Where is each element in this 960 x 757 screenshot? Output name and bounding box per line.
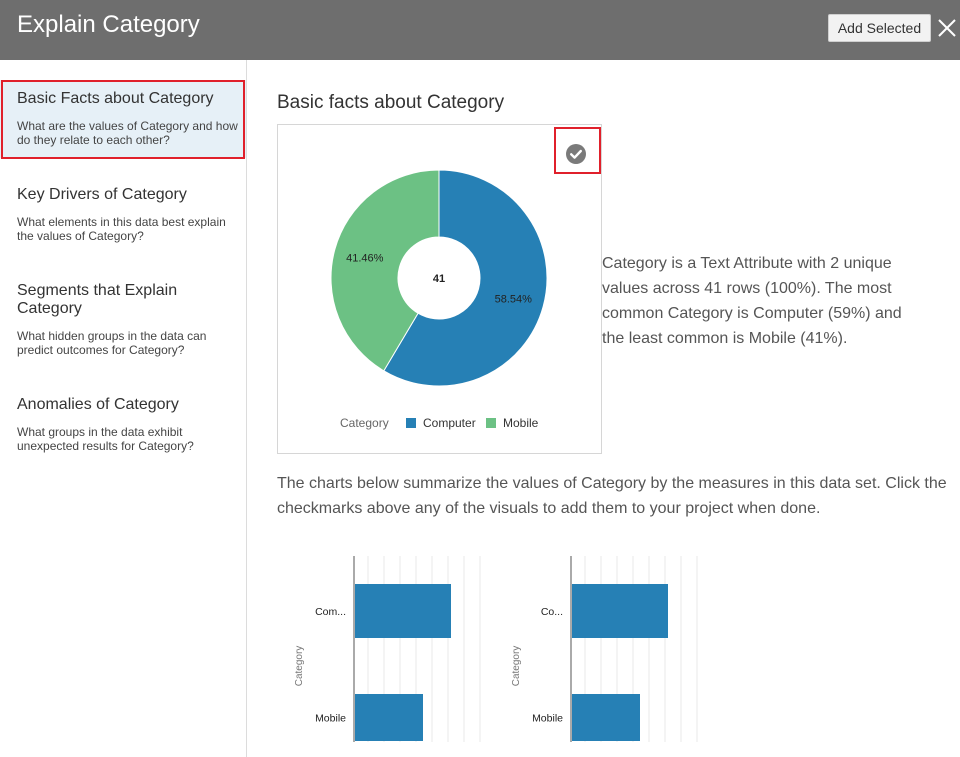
bar-mobile	[355, 694, 423, 741]
legend-title: Category	[340, 416, 389, 430]
donut-center-label: 41	[433, 273, 445, 285]
sidebar-item-label: Segments that Explain Category	[17, 282, 178, 317]
legend-label-mobile: Mobile	[503, 416, 539, 430]
sidebar-item-key-drivers[interactable]: Key Drivers of Category What elements in…	[0, 178, 246, 248]
sidebar-item-description: What groups in the data exhibit unexpect…	[17, 425, 194, 453]
sidebar-item-label: Anomalies of Category	[17, 396, 179, 413]
category-tick-label: Co...	[541, 606, 563, 618]
category-description: Category is a Text Attribute with 2 uniq…	[602, 255, 902, 347]
add-visual-checkmark[interactable]	[554, 127, 601, 174]
sidebar-item-description: What elements in this data best explain …	[17, 215, 226, 243]
donut-data-label: 58.54%	[495, 293, 533, 305]
donut-chart: 58.54% 41.46% 41	[330, 170, 548, 387]
category-tick-label: Com...	[315, 606, 346, 618]
dialog-header: Explain Category Add Selected	[0, 0, 960, 60]
explain-sidebar: Basic Facts about Category What are the …	[0, 60, 247, 757]
y-axis-label: Category	[294, 646, 305, 687]
selection-highlight	[1, 80, 245, 159]
donut-data-label: 41.46%	[346, 253, 384, 265]
sidebar-item-description: What hidden groups in the data can predi…	[17, 329, 207, 357]
close-icon[interactable]	[936, 17, 958, 39]
summary-text: The charts below summarize the values of…	[277, 475, 947, 517]
bar-chart-1: Com... Mobile Category	[294, 556, 481, 742]
bar-computer	[355, 584, 451, 638]
category-tick-label: Mobile	[532, 713, 563, 725]
bar-mobile	[572, 694, 640, 741]
y-axis-label: Category	[511, 646, 522, 687]
legend-swatch-mobile	[486, 418, 496, 428]
sidebar-item-label: Key Drivers of Category	[17, 186, 187, 203]
check-circle-icon	[566, 144, 586, 164]
page-title: Basic facts about Category	[277, 92, 505, 113]
bar-chart-2: Co... Mobile Category	[511, 556, 698, 742]
legend-swatch-computer	[406, 418, 416, 428]
category-tick-label: Mobile	[315, 713, 346, 725]
sidebar-item-segments[interactable]: Segments that Explain Category What hidd…	[0, 274, 246, 364]
sidebar-item-anomalies[interactable]: Anomalies of Category What groups in the…	[0, 388, 246, 458]
legend-label-computer: Computer	[423, 416, 476, 430]
dialog-title: Explain Category	[17, 11, 200, 38]
bar-computer	[572, 584, 668, 638]
add-selected-button[interactable]: Add Selected	[828, 14, 931, 42]
